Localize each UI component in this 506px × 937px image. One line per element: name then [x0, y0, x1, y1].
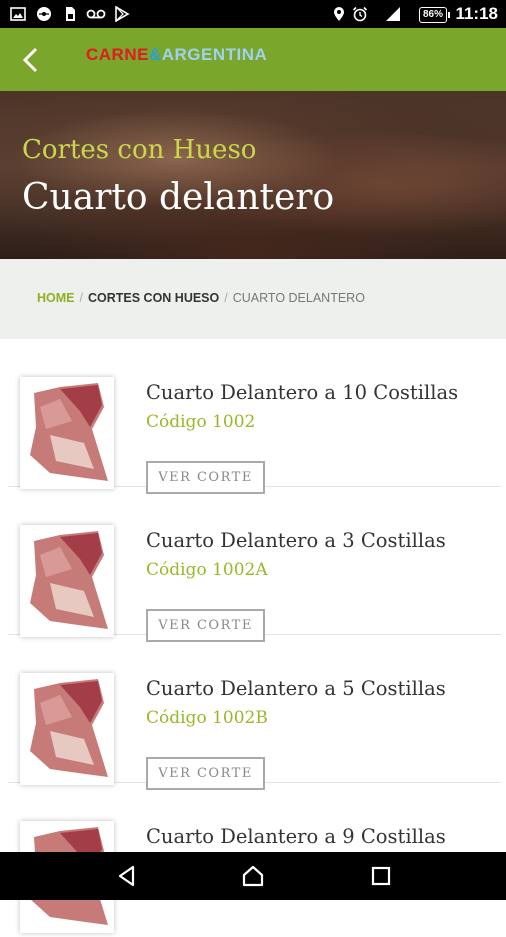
breadcrumb-section[interactable]: CORTES CON HUESO: [88, 291, 219, 305]
location-icon: [334, 7, 344, 21]
product-code: Código 1002B: [146, 708, 268, 728]
product-image[interactable]: [20, 673, 114, 785]
breadcrumb-separator: /: [224, 291, 228, 305]
hero-category: Cortes con Hueso: [22, 135, 257, 165]
logo-word-carne: CARNE: [86, 45, 149, 64]
home-circle-icon[interactable]: [238, 861, 268, 891]
product-image[interactable]: [20, 525, 114, 637]
product-title: Cuarto Delantero a 3 Costillas: [146, 529, 446, 552]
back-triangle-icon[interactable]: [112, 861, 142, 891]
breadcrumb-separator: /: [79, 291, 83, 305]
hero-banner: Cortes con Hueso Cuarto delantero: [0, 91, 506, 259]
signal-icon: [386, 7, 400, 21]
breadcrumb: HOME / CORTES CON HUESO / CUARTO DELANTERO: [0, 259, 506, 339]
recents-square-icon[interactable]: [366, 861, 396, 891]
system-nav-bar: [0, 852, 506, 900]
disc-icon: [37, 7, 51, 21]
battery-indicator: 86%: [419, 7, 450, 23]
voicemail-icon: [86, 9, 106, 19]
sim-icon: [66, 7, 75, 21]
list-item[interactable]: Cuarto Delantero a 3 Costillas Código 10…: [8, 487, 501, 642]
image-icon: [10, 7, 26, 21]
page-title: Cuarto delantero: [22, 177, 335, 218]
breadcrumb-home[interactable]: HOME: [37, 291, 75, 305]
app-bar: CARNE&ARGENTINA: [0, 28, 506, 91]
product-image[interactable]: [20, 377, 114, 489]
status-bar: 86% 11:18: [0, 0, 506, 28]
product-title: Cuarto Delantero a 9 Costillas: [146, 825, 446, 848]
alarm-icon: [352, 6, 368, 22]
breadcrumb-current: CUARTO DELANTERO: [232, 291, 365, 305]
logo-word-argentina: ARGENTINA: [161, 45, 268, 64]
back-arrow-icon[interactable]: [14, 42, 50, 78]
beef-cut-image: [30, 679, 108, 777]
product-code: Código 1002: [146, 412, 256, 432]
beef-cut-image: [30, 383, 108, 481]
clock: 11:18: [455, 4, 498, 23]
product-title: Cuarto Delantero a 10 Costillas: [146, 381, 459, 404]
product-title: Cuarto Delantero a 5 Costillas: [146, 677, 446, 700]
list-item[interactable]: Cuarto Delantero a 10 Costillas Código 1…: [8, 339, 501, 494]
app-logo: CARNE&ARGENTINA: [86, 45, 267, 75]
logo-ampersand: &: [148, 45, 162, 64]
play-store-icon: [115, 6, 130, 22]
product-code: Código 1002A: [146, 560, 268, 580]
beef-cut-image: [30, 531, 108, 629]
list-item[interactable]: Cuarto Delantero a 5 Costillas Código 10…: [8, 635, 501, 790]
